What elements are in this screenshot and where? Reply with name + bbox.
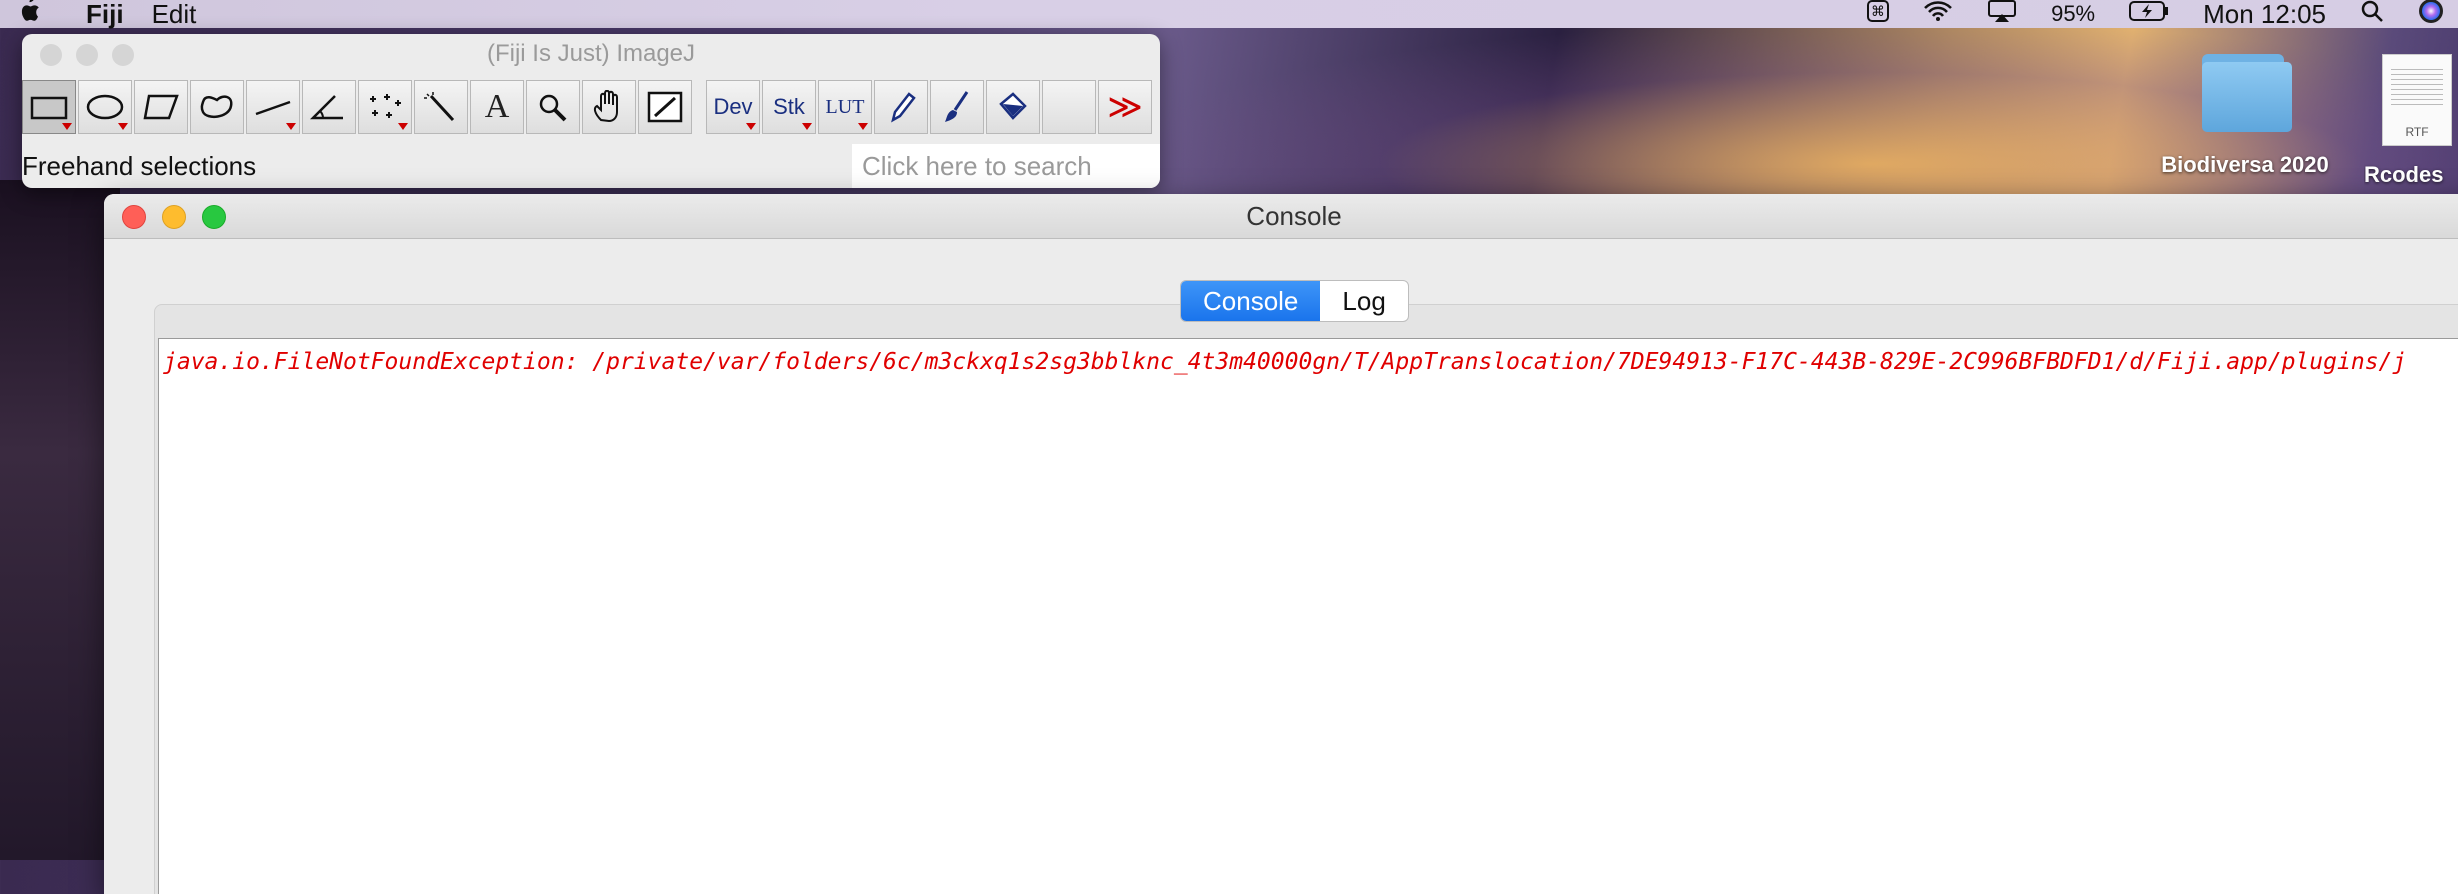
desktop-item-label[interactable]: Biodiversa 2020 xyxy=(2140,152,2350,178)
more-tools-label: ≫ xyxy=(1107,89,1143,126)
hand-tool[interactable] xyxy=(582,80,636,134)
airplay-icon[interactable] xyxy=(1987,0,2017,29)
menu-edit[interactable]: Edit xyxy=(152,0,197,30)
console-output[interactable]: java.io.FileNotFoundException: /private/… xyxy=(158,338,2458,894)
close-button[interactable] xyxy=(40,44,62,66)
polygon-tool[interactable] xyxy=(134,80,188,134)
multipoint-tool[interactable] xyxy=(358,80,412,134)
oval-tool[interactable] xyxy=(78,80,132,134)
text-tool[interactable]: A xyxy=(470,80,524,134)
zoom-button[interactable] xyxy=(112,44,134,66)
dropper-icon xyxy=(647,91,683,123)
battery-percent: 95% xyxy=(2051,1,2096,26)
oval-icon xyxy=(86,94,124,120)
lut-label: LUT xyxy=(825,95,865,118)
wand-tool[interactable] xyxy=(414,80,468,134)
siri-icon[interactable] xyxy=(2418,0,2444,31)
console-tabs: Console Log xyxy=(1180,280,1409,322)
line-icon xyxy=(255,100,291,116)
freehand-icon xyxy=(200,95,233,119)
flood-fill-tool[interactable] xyxy=(986,80,1040,134)
window-title: Console xyxy=(1246,201,1342,231)
minimize-button[interactable] xyxy=(162,205,186,229)
tab-console[interactable]: Console xyxy=(1181,281,1321,321)
lut-menu-tool[interactable]: LUT xyxy=(818,80,872,134)
tab-log[interactable]: Log xyxy=(1320,281,1407,321)
stk-label: Stk xyxy=(773,94,805,119)
line-tool[interactable] xyxy=(246,80,300,134)
menu-app-name[interactable]: Fiji xyxy=(86,0,124,30)
dev-menu-tool[interactable]: Dev xyxy=(706,80,760,134)
svg-text:⌘: ⌘ xyxy=(1871,4,1885,20)
wifi-icon[interactable] xyxy=(1923,0,1953,29)
wallpaper-dark-area xyxy=(0,180,120,860)
window-title: (Fiji Is Just) ImageJ xyxy=(486,40,696,67)
folder-icon[interactable] xyxy=(2202,54,2292,132)
empty-tool-slot xyxy=(1042,80,1096,134)
battery-charging-icon[interactable] xyxy=(2129,0,2169,29)
document-icon[interactable]: RTF xyxy=(2382,54,2452,146)
status-area: ⌘ 95% Mon 12:05 xyxy=(1867,0,2458,31)
angle-icon xyxy=(309,95,343,120)
imagej-window: (Fiji Is Just) ImageJ A Dev Stk LUT ≫ Fr… xyxy=(22,34,1160,188)
menu-bar: Fiji Edit ⌘ 95% Mon 12:05 xyxy=(0,0,2458,31)
angle-tool[interactable] xyxy=(302,80,356,134)
rectangle-icon xyxy=(30,96,68,120)
imagej-status-text: Freehand selections xyxy=(22,151,257,181)
text-tool-label: A xyxy=(484,88,510,125)
pencil-tool[interactable] xyxy=(874,80,928,134)
brush-icon xyxy=(945,91,969,122)
search-field[interactable]: Click here to search xyxy=(852,144,1160,188)
multipoint-icon xyxy=(370,94,401,118)
hand-icon xyxy=(593,90,618,123)
apple-icon[interactable] xyxy=(18,0,58,31)
desktop-item-label[interactable]: Rcodes xyxy=(2364,162,2458,188)
toolbar: A Dev Stk LUT ≫ xyxy=(22,80,1154,140)
imagej-titlebar[interactable]: (Fiji Is Just) ImageJ xyxy=(22,34,1160,74)
magnifier-tool[interactable] xyxy=(526,80,580,134)
wand-icon xyxy=(424,92,455,122)
spotlight-search-icon[interactable] xyxy=(2360,0,2384,30)
brush-tool[interactable] xyxy=(930,80,984,134)
rectangle-tool[interactable] xyxy=(22,80,76,134)
freehand-tool[interactable] xyxy=(190,80,244,134)
magnifier-icon xyxy=(539,94,567,122)
more-tools-button[interactable]: ≫ xyxy=(1098,80,1152,134)
color-picker-tool[interactable] xyxy=(638,80,692,134)
file-type-label: RTF xyxy=(2405,125,2429,139)
console-window: Console Console Log java.io.FileNotFound… xyxy=(104,194,2458,894)
command-icon[interactable]: ⌘ xyxy=(1867,0,1890,29)
zoom-button[interactable] xyxy=(202,205,226,229)
clock[interactable]: Mon 12:05 xyxy=(2203,0,2326,30)
dev-label: Dev xyxy=(713,94,753,119)
paint-bucket-icon xyxy=(999,92,1027,120)
close-button[interactable] xyxy=(122,205,146,229)
minimize-button[interactable] xyxy=(76,44,98,66)
polygon-icon xyxy=(143,94,179,120)
pencil-icon xyxy=(891,92,916,123)
console-titlebar[interactable]: Console xyxy=(104,194,2458,239)
stk-menu-tool[interactable]: Stk xyxy=(762,80,816,134)
error-line: java.io.FileNotFoundException: /private/… xyxy=(163,349,2407,375)
